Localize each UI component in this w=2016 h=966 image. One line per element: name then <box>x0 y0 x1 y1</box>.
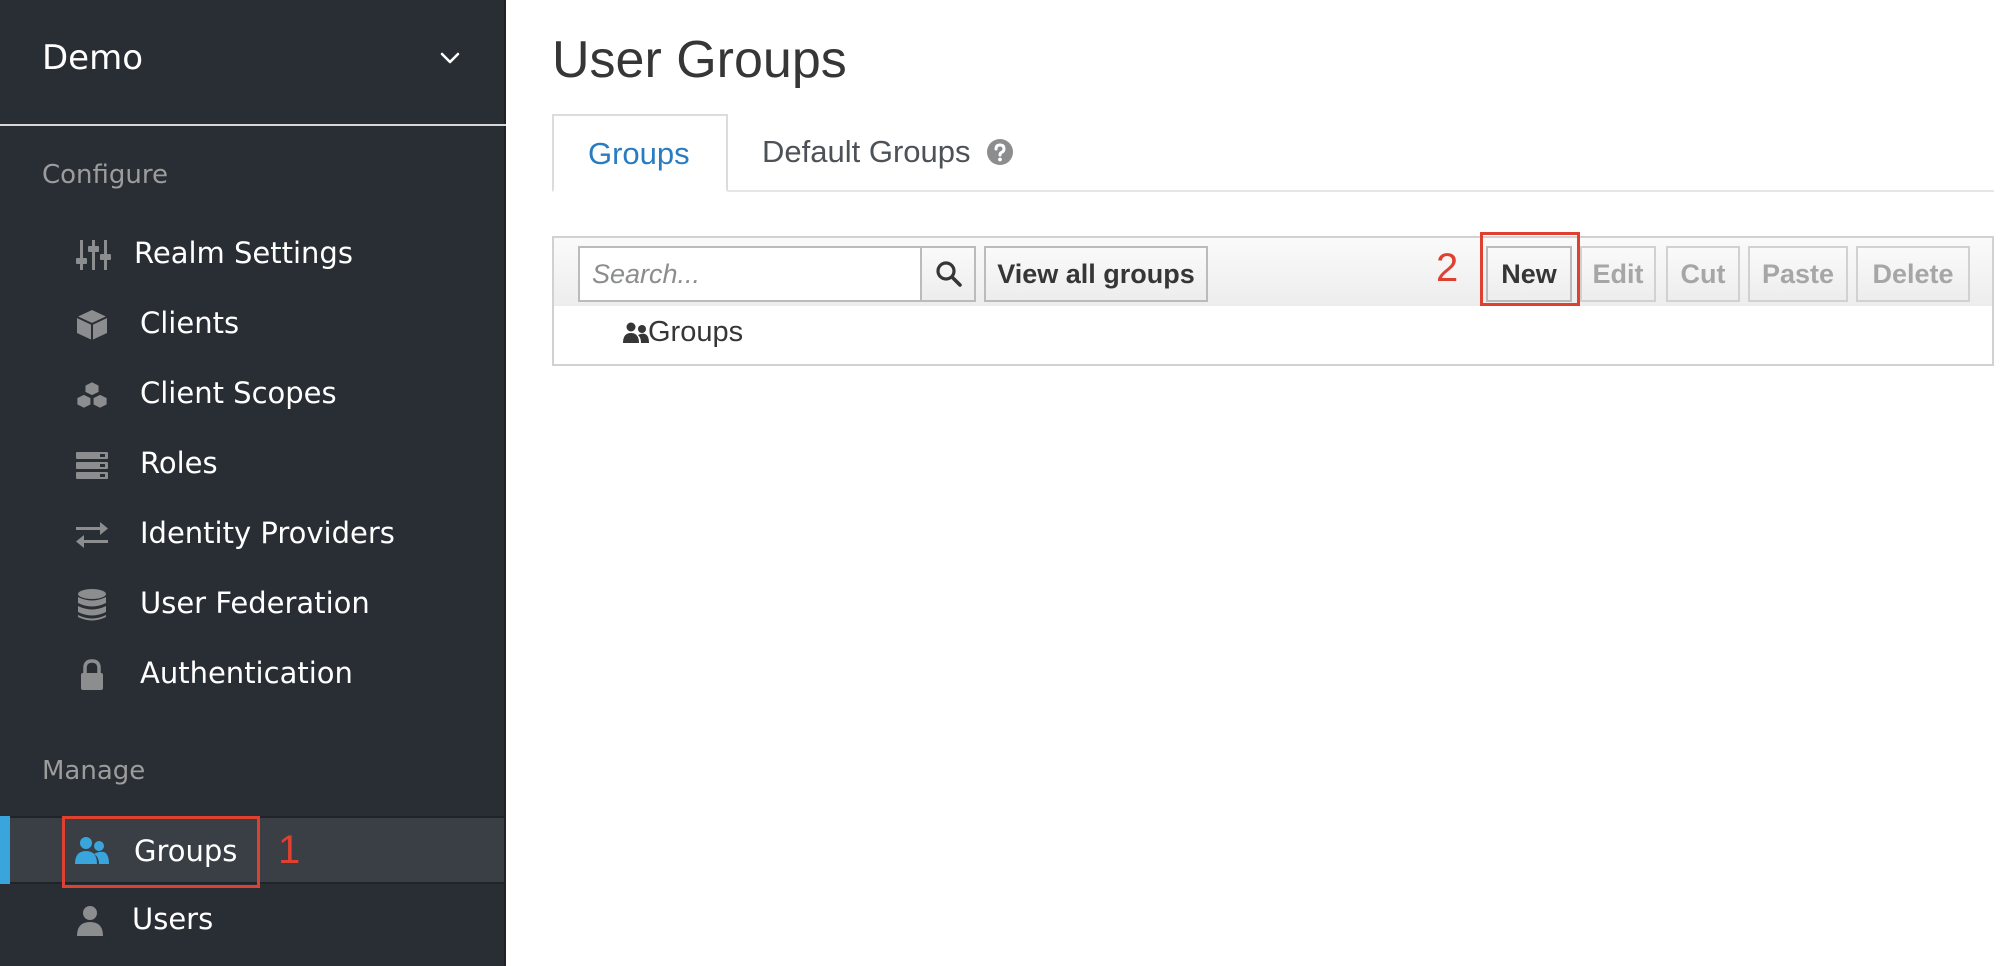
user-icon <box>77 906 103 936</box>
new-button[interactable]: New <box>1486 246 1572 302</box>
tab-label: Groups <box>588 136 690 171</box>
sidebar-item-clients[interactable]: Clients <box>0 290 504 358</box>
search-icon <box>936 261 962 287</box>
annotation-number-2: 2 <box>1436 246 1459 290</box>
search-input[interactable] <box>578 246 922 302</box>
paste-button[interactable]: Paste <box>1748 246 1848 302</box>
sidebar-item-authentication[interactable]: Authentication <box>0 640 504 708</box>
tab-label: Default Groups <box>762 134 971 169</box>
tree-root-groups[interactable]: Groups <box>648 316 743 349</box>
tab-groups[interactable]: Groups <box>552 114 728 192</box>
list-icon <box>76 452 108 479</box>
sidebar-item-label: Clients <box>140 306 240 340</box>
realm-name: Demo <box>42 38 144 78</box>
tab-default-groups[interactable]: Default Groups <box>742 114 1042 192</box>
sidebar-item-user-federation[interactable]: User Federation <box>0 570 504 638</box>
database-icon <box>78 589 106 621</box>
active-indicator <box>0 816 10 884</box>
view-all-groups-button[interactable]: View all groups <box>984 246 1208 302</box>
sidebar-item-users[interactable]: Users <box>0 886 504 954</box>
manage-section-label: Manage <box>42 756 146 786</box>
sliders-icon <box>76 240 111 270</box>
search-button[interactable] <box>920 246 976 302</box>
sidebar-item-client-scopes[interactable]: Client Scopes <box>0 360 504 428</box>
exchange-icon <box>76 522 108 548</box>
groups-toolbar: View all groups 2 New Edit Cut Paste Del… <box>552 232 1994 308</box>
sidebar-item-label: Groups <box>134 834 238 868</box>
annotation-number-1: 1 <box>278 828 301 872</box>
edit-button[interactable]: Edit <box>1580 246 1656 302</box>
sidebar-item-roles[interactable]: Roles <box>0 430 504 498</box>
sidebar-item-label: Realm Settings <box>134 236 353 270</box>
groups-tree: Groups <box>552 306 1994 366</box>
users-icon <box>623 322 649 343</box>
lock-icon <box>81 659 103 690</box>
cube-icon <box>76 310 108 340</box>
chevron-down-icon <box>440 52 460 64</box>
page-title: User Groups <box>552 31 847 89</box>
delete-button[interactable]: Delete <box>1856 246 1970 302</box>
sidebar-item-label: Identity Providers <box>140 516 395 550</box>
cut-button[interactable]: Cut <box>1666 246 1740 302</box>
sidebar: Demo Configure Realm Settings Clients Cl… <box>0 0 506 966</box>
sidebar-item-realm-settings[interactable]: Realm Settings <box>0 220 504 288</box>
realm-selector[interactable]: Demo <box>0 0 506 126</box>
users-icon <box>75 837 109 864</box>
configure-section-label: Configure <box>42 160 169 190</box>
sidebar-item-label: Roles <box>140 446 218 480</box>
help-icon[interactable] <box>986 138 1014 166</box>
sidebar-item-label: Client Scopes <box>140 376 337 410</box>
sidebar-item-identity-providers[interactable]: Identity Providers <box>0 500 504 568</box>
sidebar-item-label: Users <box>132 902 214 936</box>
sidebar-item-label: User Federation <box>140 586 370 620</box>
sidebar-item-label: Authentication <box>140 656 353 690</box>
cubes-icon <box>76 380 108 410</box>
sidebar-item-groups[interactable]: Groups <box>0 816 504 884</box>
